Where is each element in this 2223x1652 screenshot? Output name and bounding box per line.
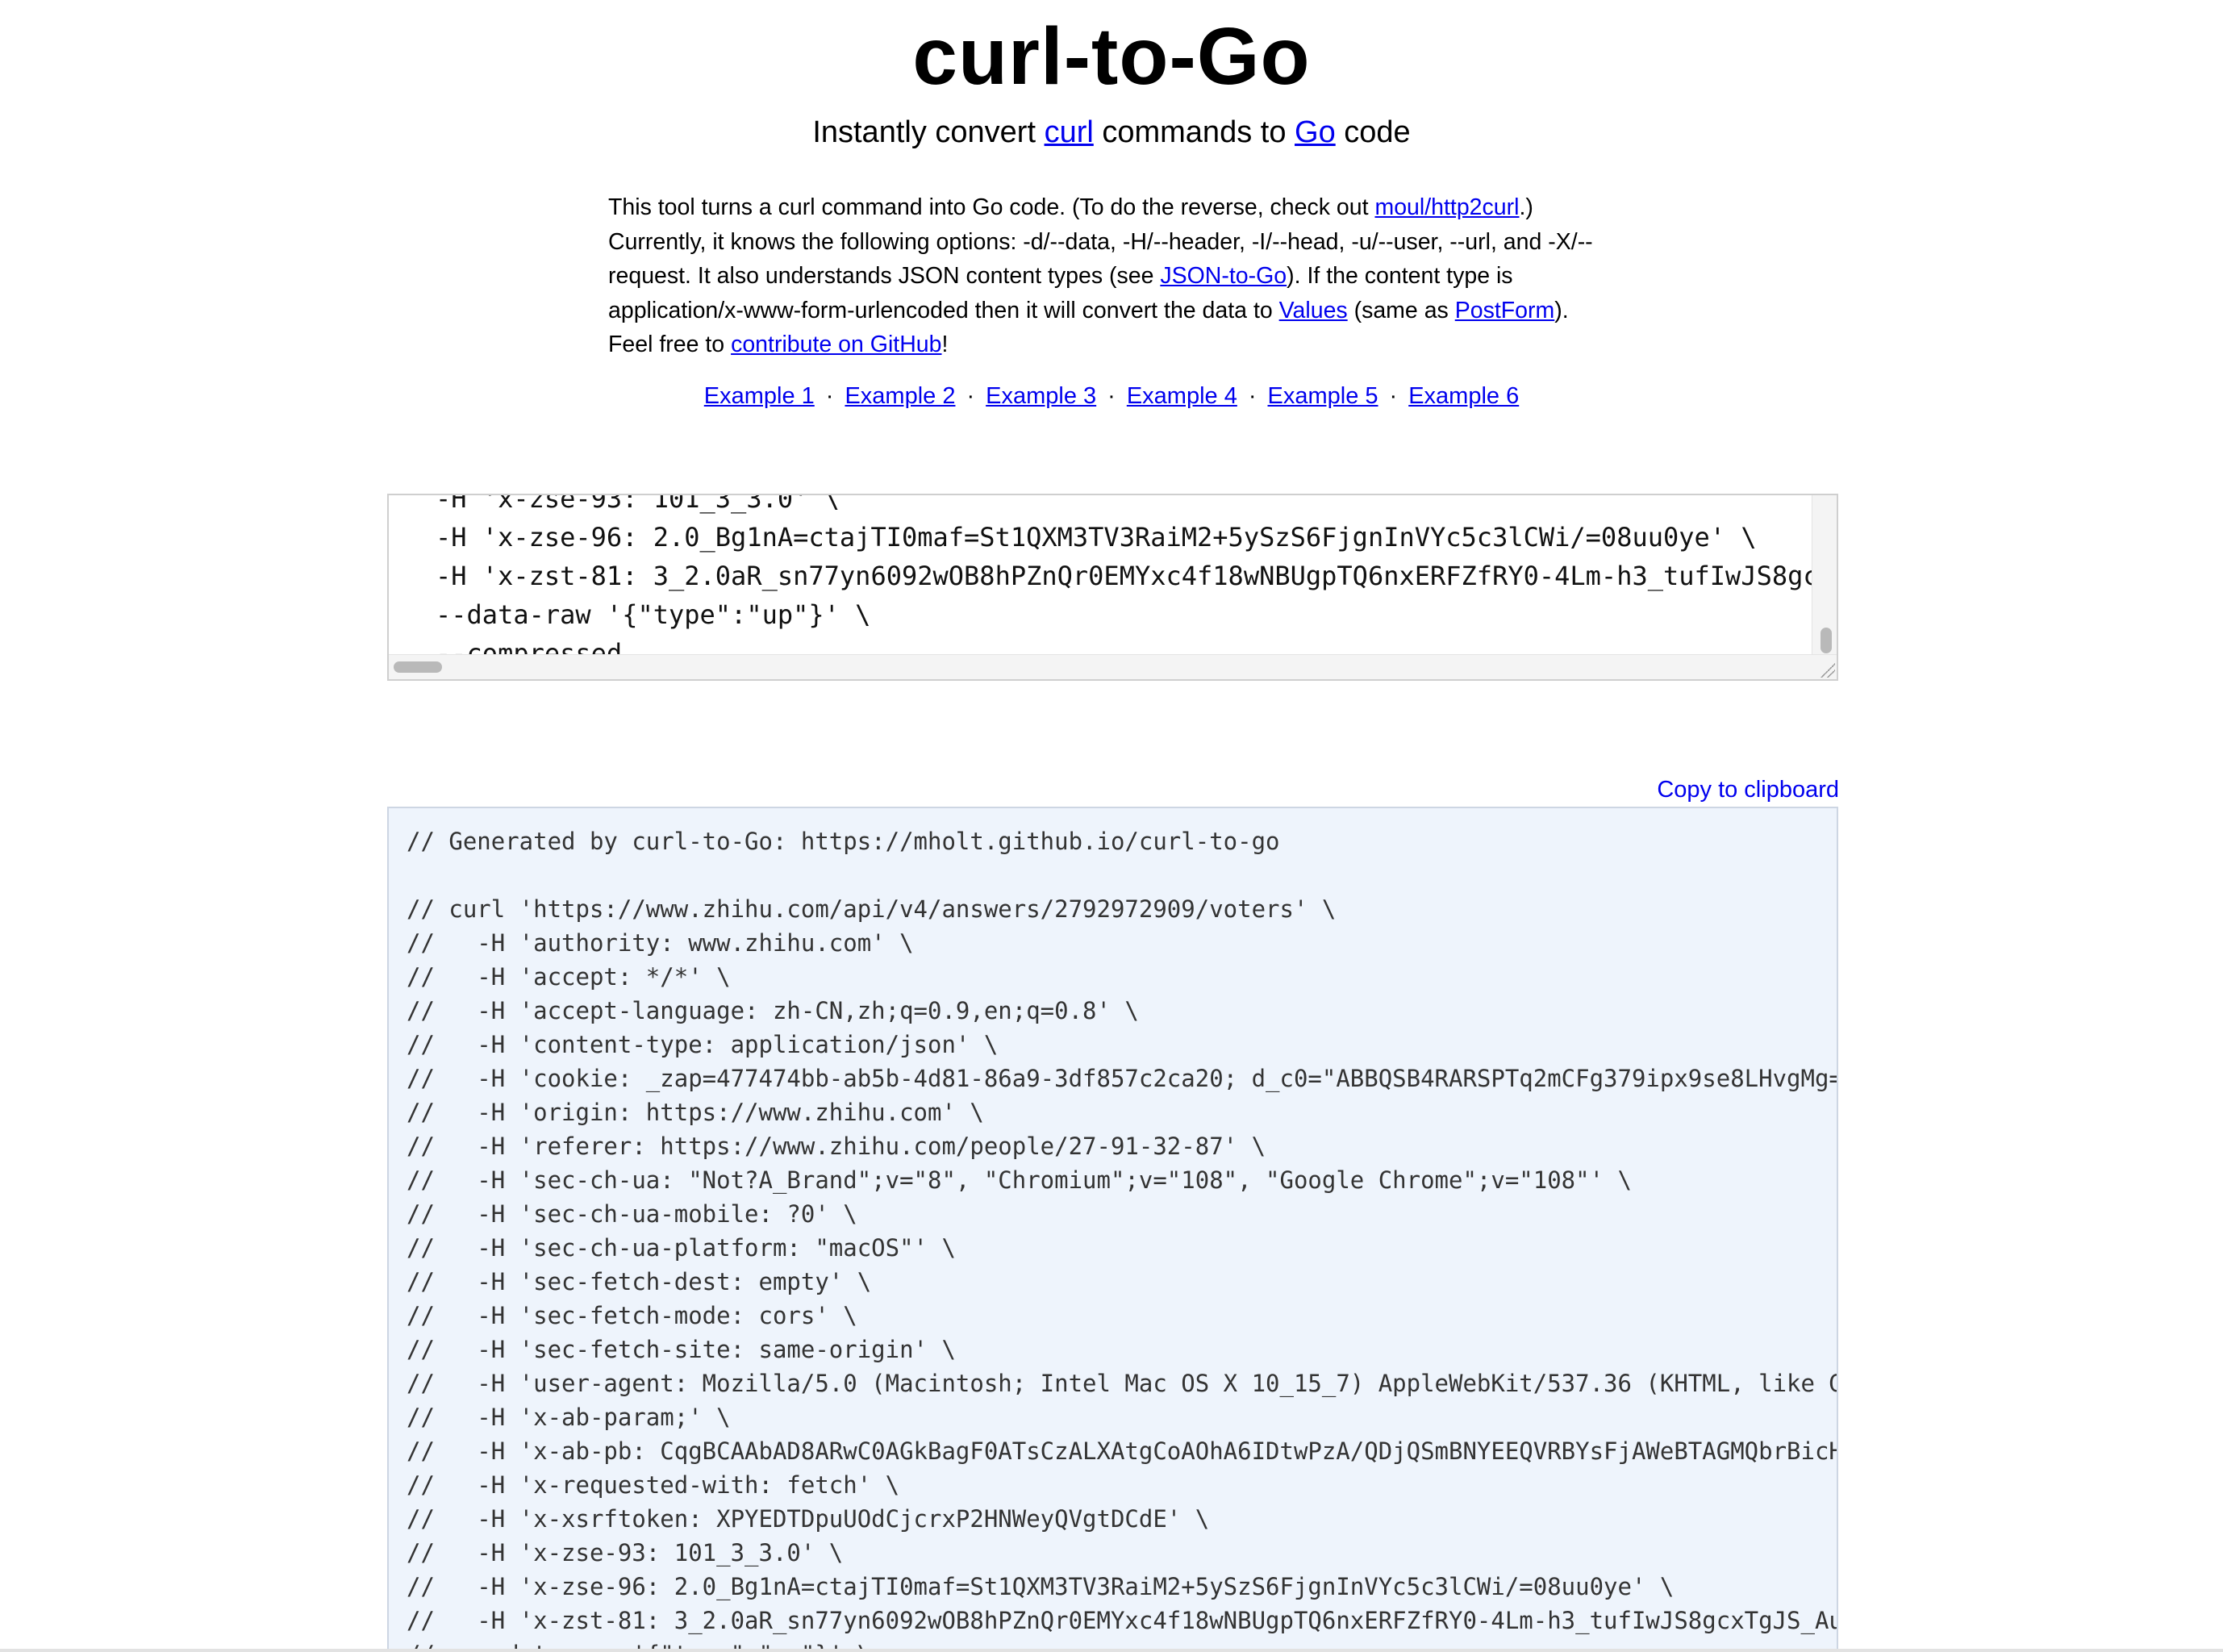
input-line: -H 'x-zse-96: 2.0_Bg1nA=ctajTI0maf=St1QX…	[436, 522, 1757, 553]
output-line: // -H 'x-zst-81: 3_2.0aR_sn77yn6092wOB8h…	[407, 1607, 1838, 1634]
subtitle-suffix: code	[1335, 115, 1411, 149]
output-line: // -H 'referer: https://www.zhihu.com/pe…	[407, 1133, 1266, 1160]
output-line: // -H 'x-zse-93: 101_3_3.0' \	[407, 1539, 844, 1566]
window-bottom-edge	[0, 1649, 2223, 1652]
example-2-link[interactable]: Example 2	[845, 383, 955, 409]
example-6-link[interactable]: Example 6	[1408, 383, 1519, 409]
horizontal-scroll-thumb[interactable]	[394, 661, 442, 673]
vertical-scroll-thumb[interactable]	[1821, 628, 1832, 653]
examples-separator: ·	[1248, 383, 1257, 409]
output-line: // Generated by curl-to-Go: https://mhol…	[407, 828, 1280, 855]
intro-text-6: !	[941, 332, 949, 357]
output-line: // -H 'x-ab-pb: CqgBCAAbAD8ARwC0AGkBagF0…	[407, 1437, 1838, 1465]
go-output-code-block: // Generated by curl-to-Go: https://mhol…	[387, 807, 1838, 1652]
go-output-text: // Generated by curl-to-Go: https://mhol…	[407, 824, 1838, 1650]
curl-input-textarea[interactable]: -H 'x-zse-93: 101_3_3.0' \ -H 'x-zse-96: …	[387, 494, 1838, 681]
contribute-link[interactable]: contribute on GitHub	[731, 332, 941, 357]
input-line: -H 'x-zst-81: 3_2.0aR_sn77yn6092wOB8hPZn…	[436, 561, 1819, 591]
postform-link[interactable]: PostForm	[1455, 298, 1555, 323]
resize-handle-icon[interactable]	[1819, 661, 1835, 678]
intro-text-4: (same as	[1347, 297, 1455, 323]
examples-separator: ·	[825, 383, 834, 409]
json-to-go-link[interactable]: JSON-to-Go	[1160, 263, 1287, 289]
curl-link[interactable]: curl	[1045, 115, 1094, 149]
go-link[interactable]: Go	[1295, 115, 1336, 149]
output-line: // -H 'x-ab-param;' \	[407, 1404, 731, 1431]
page-title: curl-to-Go	[912, 11, 1311, 102]
input-line: -H 'x-zse-93: 101_3_3.0' \	[436, 494, 840, 514]
subtitle: Instantly convert curl commands to Go co…	[0, 110, 2223, 155]
output-line: // -H 'sec-fetch-site: same-origin' \	[407, 1336, 956, 1363]
output-line: // curl 'https://www.zhihu.com/api/v4/an…	[407, 895, 1337, 923]
output-line: // -H 'cookie: _zap=477474bb-ab5b-4d81-8…	[407, 1065, 1838, 1092]
vertical-scrollbar[interactable]	[1812, 495, 1837, 657]
output-line: // -H 'accept: */*' \	[407, 963, 731, 991]
examples-separator: ·	[1389, 383, 1398, 409]
http2curl-link[interactable]: moul/http2curl	[1374, 194, 1519, 220]
subtitle-middle: commands to	[1093, 115, 1295, 149]
output-line: // -H 'sec-ch-ua-platform: "macOS"' \	[407, 1234, 956, 1262]
intro-paragraph: This tool turns a curl command into Go c…	[608, 190, 1616, 362]
copy-to-clipboard-button[interactable]: Copy to clipboard	[1657, 773, 1839, 807]
example-1-link[interactable]: Example 1	[704, 383, 815, 409]
example-4-link[interactable]: Example 4	[1127, 383, 1237, 409]
intro-text-1: This tool turns a curl command into Go c…	[608, 194, 1375, 220]
examples-separator: ·	[966, 383, 975, 409]
example-5-link[interactable]: Example 5	[1268, 383, 1378, 409]
output-line: // -H 'sec-ch-ua-mobile: ?0' \	[407, 1200, 857, 1228]
input-line: --data-raw '{"type":"up"}' \	[436, 599, 871, 630]
output-line: // -H 'x-requested-with: fetch' \	[407, 1471, 900, 1499]
examples-separator: ·	[1107, 383, 1116, 409]
output-line: // -H 'sec-ch-ua: "Not?A_Brand";v="8", "…	[407, 1166, 1632, 1194]
output-line: // -H 'sec-fetch-mode: cors' \	[407, 1302, 857, 1329]
examples-nav: Example 1 · Example 2 · Example 3 · Example 4 ·…	[0, 379, 2223, 413]
output-line: // -H 'x-zse-96: 2.0_Bg1nA=ctajTI0maf=St…	[407, 1573, 1675, 1600]
horizontal-scrollbar[interactable]	[389, 654, 1837, 679]
output-line: // -H 'authority: www.zhihu.com' \	[407, 929, 914, 957]
example-3-link[interactable]: Example 3	[986, 383, 1096, 409]
output-line: // -H 'origin: https://www.zhihu.com' \	[407, 1099, 984, 1126]
output-line: // -H 'accept-language: zh-CN,zh;q=0.9,e…	[407, 997, 1139, 1024]
values-link[interactable]: Values	[1279, 298, 1348, 323]
output-line: // -H 'sec-fetch-dest: empty' \	[407, 1268, 872, 1295]
output-line: // -H 'user-agent: Mozilla/5.0 (Macintos…	[407, 1370, 1838, 1397]
curl-input-text[interactable]: -H 'x-zse-93: 101_3_3.0' \ -H 'x-zse-96: …	[436, 494, 1819, 673]
subtitle-prefix: Instantly convert	[812, 115, 1045, 149]
output-line: // -H 'x-xsrftoken: XPYEDTDpuUOdCjcrxP2H…	[407, 1505, 1210, 1533]
output-line: // -H 'content-type: application/json' \	[407, 1031, 999, 1058]
